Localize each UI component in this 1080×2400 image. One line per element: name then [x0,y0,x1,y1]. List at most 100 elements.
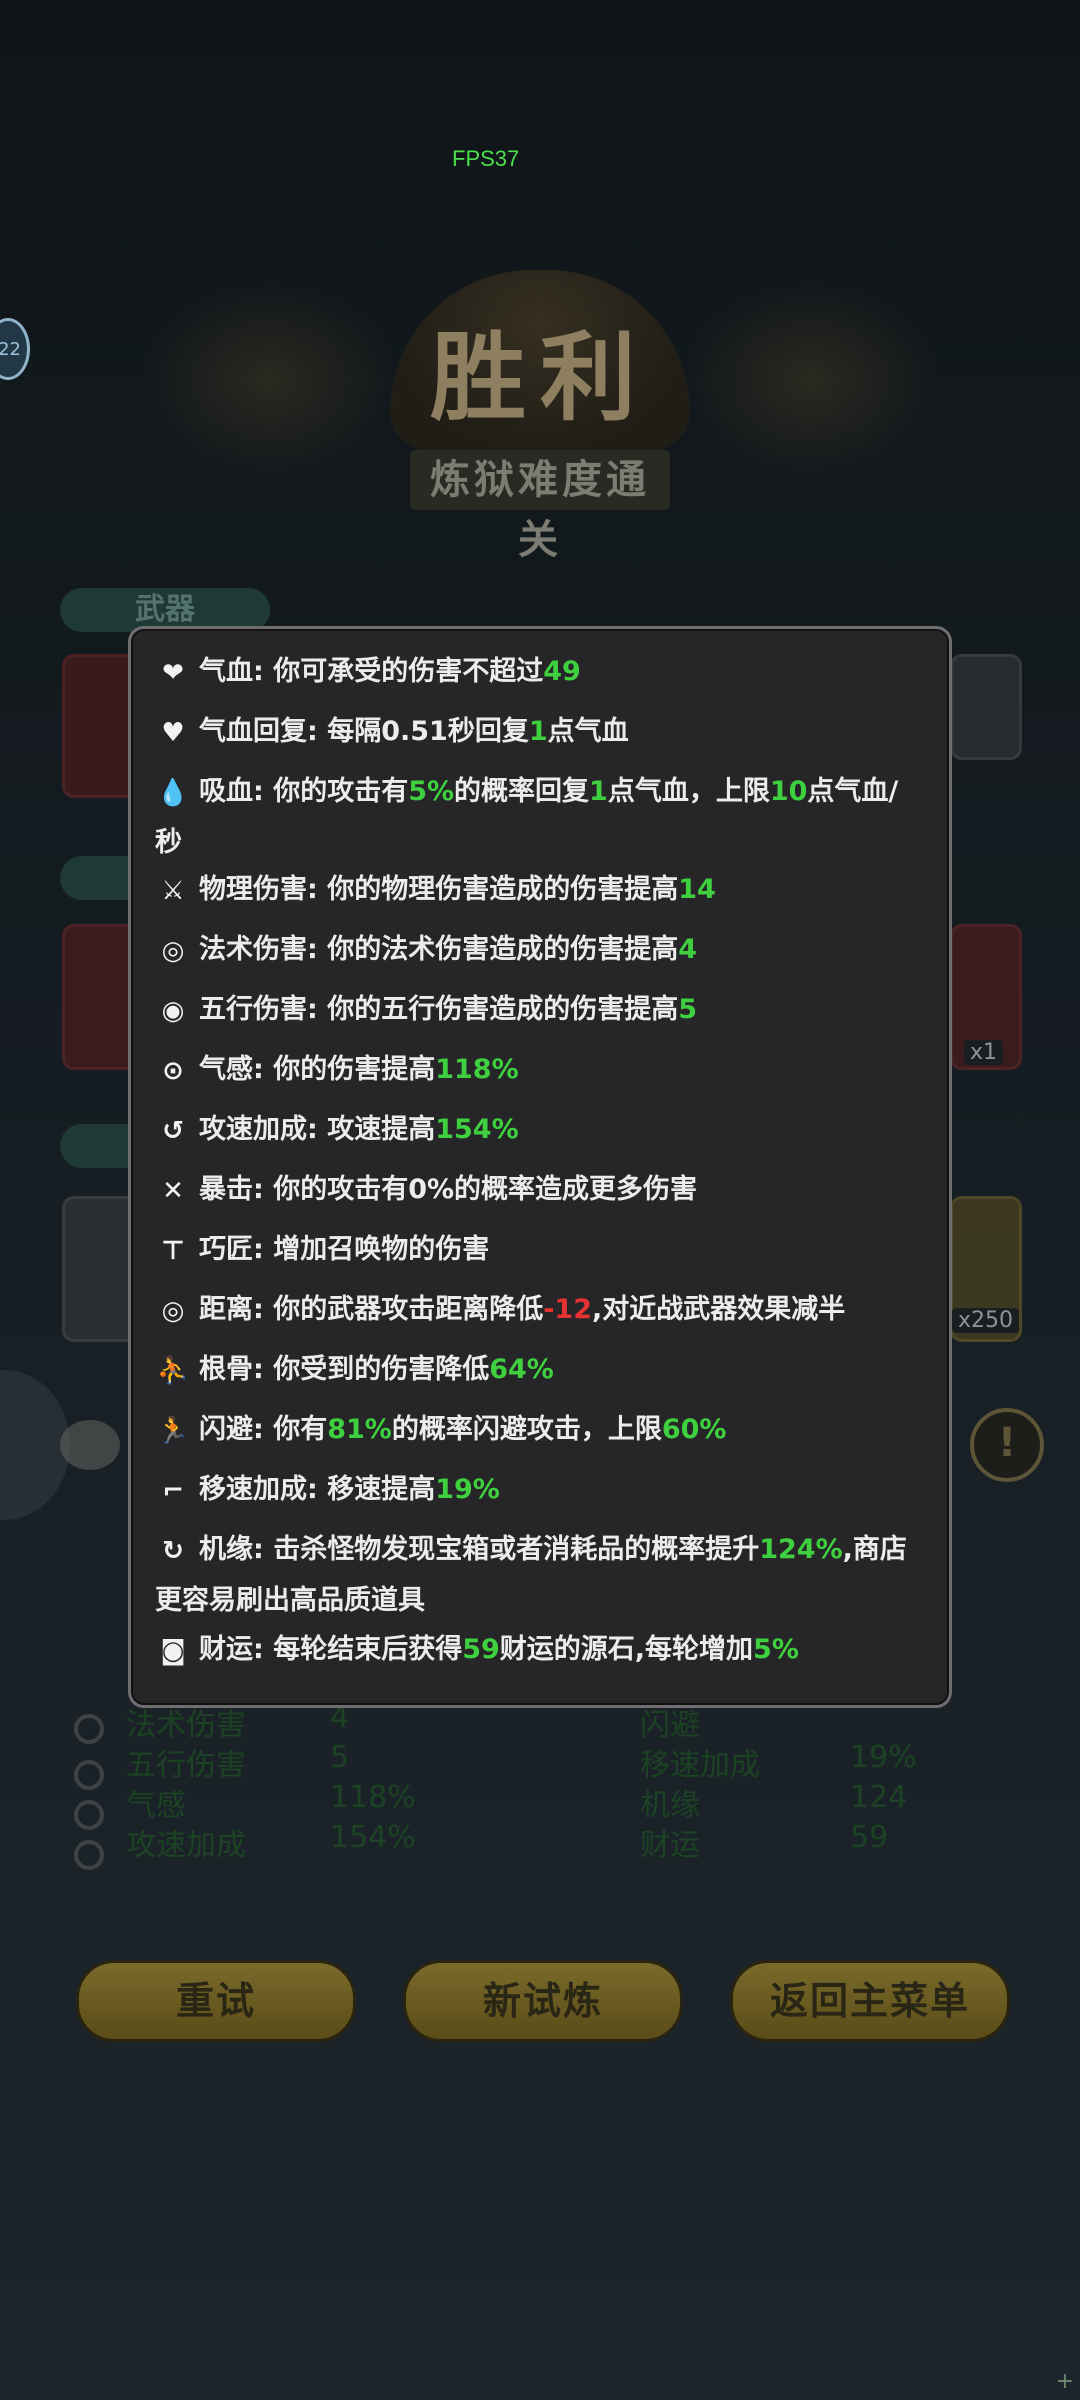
attack-speed-icon [74,1840,104,1870]
stat-row: ❤ 气血: 你可承受的伤害不超过49 [155,647,925,698]
aura-icon [74,1800,104,1830]
stat-text: 每隔0.51秒回复 [327,716,529,747]
stat-label: 财运 [199,1634,253,1665]
stat-row: ⚔ 物理伤害: 你的物理伤害造成的伤害提高14 [155,865,925,916]
fps-counter: FPS37 [452,146,520,171]
aura-icon: ⊙ [162,1055,184,1086]
stat-value: 64% [489,1354,554,1385]
stat-label: 法术伤害 [199,934,307,965]
side-level-badge[interactable]: 22 [0,318,30,380]
stat-text: 财运的源石,每轮增加 [499,1634,754,1665]
alert-icon[interactable]: ! [970,1408,1044,1482]
bg-stat-label: 移速加成 [640,1748,760,1783]
stat-label: 攻速加成 [199,1114,307,1145]
stat-label: 根骨 [199,1354,253,1385]
plus-icon: + [1055,2369,1074,2394]
stat-text: ,对近战武器效果减半 [591,1294,846,1325]
bg-stat-label: 五行伤害 [126,1748,246,1783]
heart-icon: ❤ [162,657,184,688]
inventory-slot[interactable] [950,654,1022,760]
stat-text: 你可承受的伤害不超过 [273,656,544,687]
stat-text: 你的伤害提高 [273,1054,436,1085]
stats-tooltip: ❤ 气血: 你可承受的伤害不超过49 ♥ 气血回复: 每隔0.51秒回复1点气血 💧 吸血… [128,626,952,1708]
main-menu-button[interactable]: 返回主菜单 [730,1960,1010,2042]
stat-text: 你的攻击有0%的概率造成更多伤害 [273,1174,698,1205]
stat-text: 你受到的伤害降低 [273,1354,490,1385]
stat-row: 🏃 闪避: 你有81%的概率闪避攻击，上限60% [155,1405,925,1456]
stat-value: 5 [678,994,697,1025]
crit-icon: ✕ [162,1175,184,1206]
stat-label: 距离 [199,1294,253,1325]
heart-regen-icon: ♥ [161,717,185,748]
stat-text: 你的五行伤害造成的伤害提高 [327,994,679,1025]
stat-text: 的概率闪避攻击，上限 [391,1414,662,1445]
stat-label: 吸血 [199,776,253,807]
stat-text: 每轮结束后获得 [273,1634,463,1665]
attack-speed-icon: ↺ [162,1115,184,1146]
background-stat-list: 法术伤害 4 五行伤害 5 气感 118% 攻速加成 154% 闪避 移速加成 … [60,1700,1020,1870]
stat-text: 移速提高 [327,1474,436,1505]
stat-label: 气血回复 [199,716,307,747]
stat-value: 5% [753,1634,799,1665]
stat-text: 你的物理伤害造成的伤害提高 [327,874,679,905]
constitution-icon: ⛹ [156,1355,190,1386]
stat-row: ◎ 法术伤害: 你的法术伤害造成的伤害提高4 [155,925,925,976]
stat-value: 49 [543,656,581,687]
bg-stat-value: 124 [850,1780,908,1815]
stat-text: 你的武器攻击距离降低 [273,1294,544,1325]
stat-text: 点气血 [547,716,629,747]
difficulty-subtitle: 炼狱难度通关 [410,450,670,563]
stat-value: 1 [589,776,608,807]
item-quantity: x1 [964,1040,1004,1065]
range-icon: ◎ [161,1295,185,1326]
blood-drop-icon: 💧 [156,777,190,808]
stat-value: 118% [435,1054,519,1085]
fortune-icon: ↻ [162,1535,184,1566]
gem-quantity: x250 [952,1308,1020,1333]
stat-label: 气血 [199,656,253,687]
dodge-icon: 🏃 [156,1415,190,1446]
stat-label: 暴击 [199,1174,253,1205]
stat-row: ◉ 五行伤害: 你的五行伤害造成的伤害提高5 [155,985,925,1036]
stat-value: 5% [408,776,455,807]
stat-value: 19% [435,1474,500,1505]
stat-text: 攻速提高 [327,1114,436,1145]
stat-label: 气感 [199,1054,253,1085]
bg-stat-label: 机缘 [640,1788,700,1823]
stat-row: ↺ 攻速加成: 攻速提高154% [155,1105,925,1156]
stat-label: 移速加成 [199,1474,307,1505]
stat-value: 60% [661,1414,727,1445]
victory-title: 胜利 [430,321,650,434]
boot-icon: ⌐ [162,1475,184,1506]
stat-row: ✕ 暴击: 你的攻击有0%的概率造成更多伤害 [155,1165,925,1216]
new-trial-button[interactable]: 新试炼 [403,1960,683,2042]
victory-banner: 胜利 炼狱难度通关 [140,260,940,563]
bg-stat-value: 5 [330,1740,350,1775]
stat-text: 你的法术伤害造成的伤害提高 [327,934,679,965]
stat-value: -12 [543,1294,592,1325]
bg-stat-label: 气感 [126,1788,186,1823]
stat-text: 你有 [273,1414,328,1445]
stat-label: 机缘 [199,1534,253,1565]
retry-button[interactable]: 重试 [76,1960,356,2042]
stat-value: 14 [678,874,716,905]
character-avatar [60,1420,120,1470]
stat-row: ⊤ 巧匠: 增加召唤物的伤害 [155,1225,925,1276]
stat-row: ⊙ 气感: 你的伤害提高118% [155,1045,925,1096]
stat-value: 59 [462,1634,500,1665]
swirl-icon [74,1714,104,1744]
swirl-icon: ◎ [161,935,185,966]
stat-row: ◙ 财运: 每轮结束后获得59财运的源石,每轮增加5% [155,1625,925,1676]
stat-label: 物理伤害 [199,874,307,905]
stat-label: 闪避 [199,1414,253,1445]
stat-row: ⌐ 移速加成: 移速提高19% [155,1465,925,1516]
stat-row: 💧 吸血: 你的攻击有5%的概率回复1点气血，上限10点气血/秒 [155,767,925,868]
stat-row: ◎ 距离: 你的武器攻击距离降低-12,对近战武器效果减半 [155,1285,925,1336]
stat-value: 154% [435,1114,519,1145]
stat-value: 1 [528,716,548,747]
stat-row: ↻ 机缘: 击杀怪物发现宝箱或者消耗品的概率提升124%,商店更容易刷出高品质道具 [155,1525,925,1626]
stat-value: 124% [759,1534,843,1565]
stat-value: 81% [327,1414,392,1445]
coin-icon: ◙ [160,1635,186,1666]
stat-text: 击杀怪物发现宝箱或者消耗品的概率提升 [273,1534,760,1565]
